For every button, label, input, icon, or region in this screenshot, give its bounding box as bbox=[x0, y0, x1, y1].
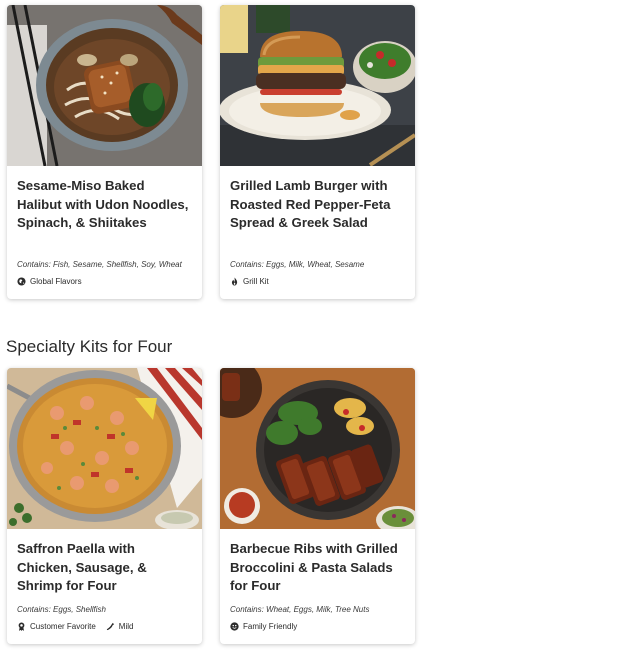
contains-value: Eggs, Shellfish bbox=[53, 605, 106, 614]
recipe-card-bbq-ribs[interactable]: Barbecue Ribs with Grilled Broccolini & … bbox=[220, 368, 415, 644]
ribbon-icon bbox=[17, 622, 26, 631]
tag-label: Global Flavors bbox=[30, 277, 82, 286]
tag-label: Family Friendly bbox=[243, 622, 298, 631]
allergen-list: Contains: Eggs, Shellfish bbox=[17, 605, 192, 614]
recipe-title[interactable]: Grilled Lamb Burger with Roasted Red Pep… bbox=[230, 177, 405, 251]
tag-family-friendly: Family Friendly bbox=[230, 622, 297, 631]
recipe-card-lamb-burger[interactable]: Grilled Lamb Burger with Roasted Red Pep… bbox=[220, 5, 415, 299]
allergen-list: Contains: Eggs, Milk, Wheat, Sesame bbox=[230, 260, 405, 269]
family-icon bbox=[230, 622, 239, 631]
tag-mild: Mild bbox=[106, 622, 134, 631]
contains-label: Contains: bbox=[230, 260, 264, 269]
contains-value: Fish, Sesame, Shellfish, Soy, Wheat bbox=[53, 260, 182, 269]
allergen-list: Contains: Wheat, Eggs, Milk, Tree Nuts bbox=[230, 605, 405, 614]
flame-icon bbox=[230, 277, 239, 286]
recipe-tags: Global Flavors bbox=[17, 277, 192, 286]
recipe-tags: Customer Favorite Mild bbox=[17, 622, 192, 631]
recipe-tags: Family Friendly bbox=[230, 622, 405, 631]
recipe-image-paella[interactable] bbox=[7, 368, 202, 529]
contains-label: Contains: bbox=[17, 260, 51, 269]
contains-value: Wheat, Eggs, Milk, Tree Nuts bbox=[266, 605, 370, 614]
tag-label: Mild bbox=[118, 622, 134, 631]
tag-label: Customer Favorite bbox=[30, 622, 96, 631]
tag-label: Grill Kit bbox=[243, 277, 269, 286]
recipe-title[interactable]: Barbecue Ribs with Grilled Broccolini & … bbox=[230, 540, 405, 596]
pepper-icon bbox=[106, 622, 115, 631]
recipe-image-halibut[interactable] bbox=[7, 5, 202, 166]
tag-customer-favorite: Customer Favorite bbox=[17, 622, 96, 631]
tag-global-flavors: Global Flavors bbox=[17, 277, 82, 286]
recipe-image-lamb-burger[interactable] bbox=[220, 5, 415, 166]
section-title: Specialty Kits for Four bbox=[6, 337, 173, 356]
contains-label: Contains: bbox=[17, 605, 51, 614]
globe-icon bbox=[17, 277, 26, 286]
contains-value: Eggs, Milk, Wheat, Sesame bbox=[266, 260, 365, 269]
allergen-list: Contains: Fish, Sesame, Shellfish, Soy, … bbox=[17, 260, 192, 269]
recipe-title[interactable]: Sesame-Miso Baked Halibut with Udon Nood… bbox=[17, 177, 192, 251]
tag-grill-kit: Grill Kit bbox=[230, 277, 269, 286]
recipe-image-bbq-ribs[interactable] bbox=[220, 368, 415, 529]
recipe-title[interactable]: Saffron Paella with Chicken, Sausage, & … bbox=[17, 540, 192, 596]
recipe-card-paella[interactable]: Saffron Paella with Chicken, Sausage, & … bbox=[7, 368, 202, 644]
recipe-tags: Grill Kit bbox=[230, 277, 405, 286]
contains-label: Contains: bbox=[230, 605, 264, 614]
recipe-card-halibut[interactable]: Sesame-Miso Baked Halibut with Udon Nood… bbox=[7, 5, 202, 299]
